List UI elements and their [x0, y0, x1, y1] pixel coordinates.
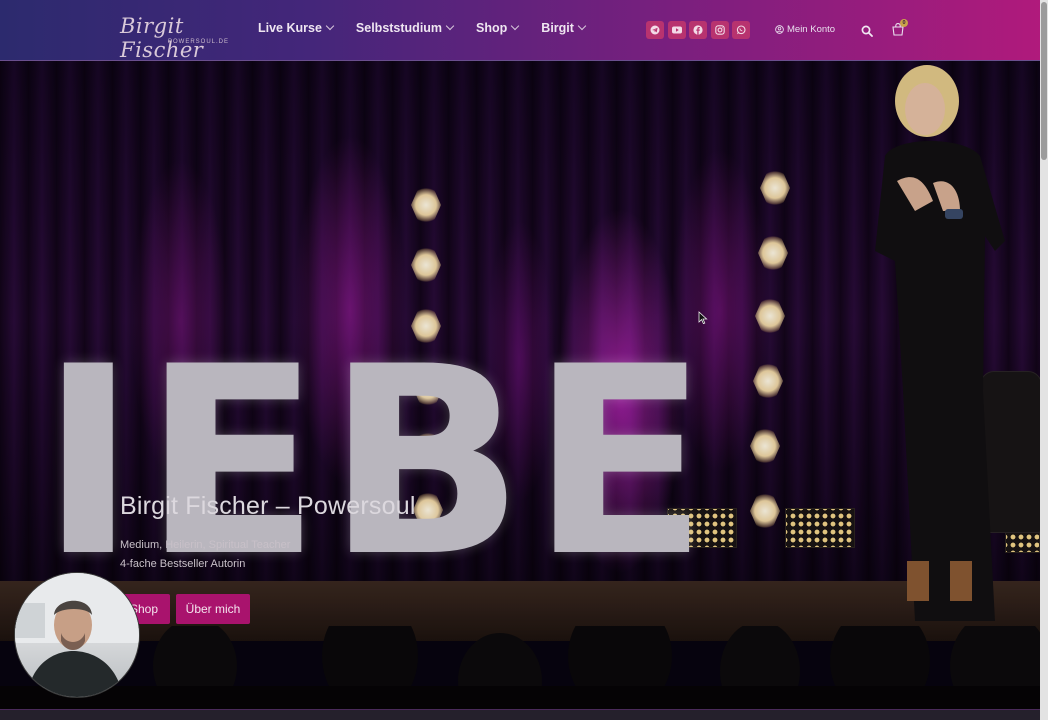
about-me-button[interactable]: Über mich [176, 594, 250, 624]
chevron-down-icon [511, 21, 520, 31]
bottom-edge-bar [0, 709, 1040, 720]
facebook-icon[interactable] [689, 21, 707, 39]
hero-section: IEBE Birgit Fischer – Powersoul Medium, … [0, 61, 1040, 709]
nav-item-live-kurse[interactable]: Live Kurse [258, 21, 335, 35]
account-link[interactable]: Mein Konto [775, 24, 835, 35]
cart-button[interactable]: 0 [891, 19, 908, 41]
main-nav: Live Kurse Selbststudium Shop Birgit [258, 21, 608, 35]
presenter-avatar [15, 573, 139, 697]
chevron-down-icon [325, 21, 335, 31]
social-links [646, 21, 754, 39]
logo-text: Birgit Fischer [120, 14, 204, 62]
nav-item-label: Shop [476, 21, 508, 35]
scrollbar-thumb[interactable] [1041, 2, 1047, 160]
nav-item-birgit[interactable]: Birgit [541, 21, 587, 35]
webcam-overlay [14, 572, 140, 698]
page: Birgit Fischer POWERSOUL.DE Live Kurse S… [0, 0, 1040, 720]
youtube-icon[interactable] [667, 21, 686, 39]
mouse-cursor-icon [698, 311, 708, 325]
instagram-icon[interactable] [710, 21, 729, 39]
hero-subtitle-line: Medium, Heilerin, Spiritual Teacher [120, 539, 291, 551]
chevron-down-icon [577, 21, 587, 31]
logo-subtext: POWERSOUL.DE [168, 39, 230, 45]
site-header: Birgit Fischer POWERSOUL.DE Live Kurse S… [0, 0, 1040, 62]
nav-item-shop[interactable]: Shop [476, 21, 520, 35]
whatsapp-icon[interactable] [732, 21, 750, 39]
nav-item-label: Selbststudium [355, 21, 443, 35]
hero-subtitle: Medium, Heilerin, Spiritual Teacher 4-fa… [120, 536, 290, 574]
nav-item-selbststudium[interactable]: Selbststudium [355, 21, 455, 35]
hero-subtitle-line: 4-fache Bestseller Autorin [120, 558, 246, 570]
cart-count-badge: 0 [900, 19, 908, 27]
telegram-icon[interactable] [646, 21, 664, 39]
user-icon [775, 25, 784, 34]
chevron-down-icon [445, 21, 455, 31]
account-label: Mein Konto [787, 24, 836, 35]
search-icon[interactable] [861, 24, 873, 42]
site-logo[interactable]: Birgit Fischer POWERSOUL.DE [118, 12, 234, 62]
nav-item-label: Birgit [541, 21, 574, 35]
page-scrollbar[interactable] [1040, 0, 1048, 720]
nav-item-label: Live Kurse [258, 21, 322, 35]
hero-title: Birgit Fischer – Powersoul [120, 492, 416, 520]
